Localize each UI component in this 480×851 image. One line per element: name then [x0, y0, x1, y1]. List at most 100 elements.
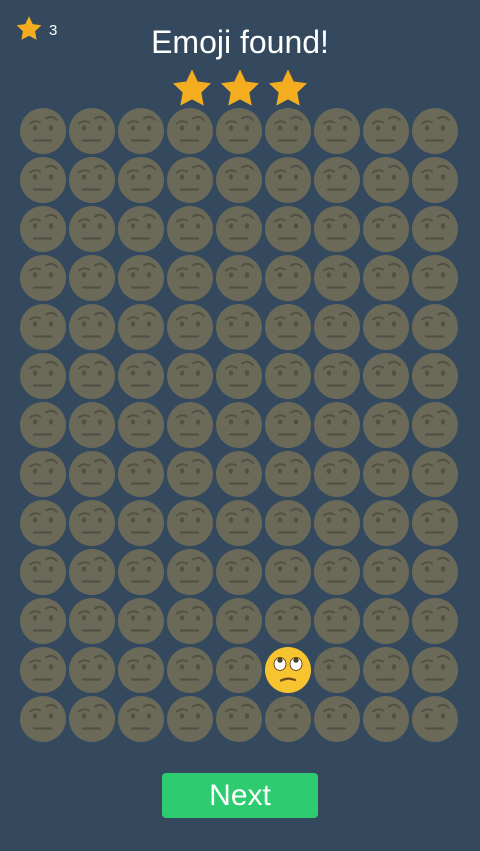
emoji-cell[interactable]: [214, 400, 263, 449]
emoji-cell[interactable]: [410, 596, 459, 645]
emoji-cell[interactable]: [67, 596, 116, 645]
emoji-cell[interactable]: [67, 694, 116, 743]
emoji-cell[interactable]: [67, 155, 116, 204]
emoji-cell[interactable]: [18, 694, 67, 743]
emoji-cell[interactable]: [263, 400, 312, 449]
emoji-cell[interactable]: [67, 204, 116, 253]
emoji-cell[interactable]: [214, 253, 263, 302]
emoji-cell[interactable]: [312, 449, 361, 498]
emoji-cell[interactable]: [263, 155, 312, 204]
emoji-cell[interactable]: [116, 449, 165, 498]
emoji-cell[interactable]: [263, 302, 312, 351]
emoji-cell[interactable]: [116, 547, 165, 596]
emoji-cell[interactable]: [18, 204, 67, 253]
emoji-cell[interactable]: [18, 547, 67, 596]
emoji-cell[interactable]: [410, 155, 459, 204]
emoji-cell[interactable]: [312, 204, 361, 253]
emoji-cell[interactable]: [312, 106, 361, 155]
emoji-cell[interactable]: [214, 694, 263, 743]
emoji-cell[interactable]: [165, 302, 214, 351]
emoji-cell[interactable]: [214, 204, 263, 253]
emoji-cell[interactable]: [18, 645, 67, 694]
emoji-cell[interactable]: [361, 400, 410, 449]
emoji-cell[interactable]: [361, 547, 410, 596]
emoji-cell[interactable]: [410, 253, 459, 302]
emoji-cell[interactable]: [312, 351, 361, 400]
emoji-cell[interactable]: [18, 106, 67, 155]
emoji-cell[interactable]: [410, 547, 459, 596]
emoji-cell[interactable]: [361, 155, 410, 204]
emoji-cell[interactable]: [214, 498, 263, 547]
emoji-cell[interactable]: [165, 204, 214, 253]
emoji-cell[interactable]: [18, 302, 67, 351]
emoji-cell[interactable]: [67, 253, 116, 302]
emoji-cell[interactable]: [361, 449, 410, 498]
emoji-cell[interactable]: [410, 302, 459, 351]
emoji-cell[interactable]: [312, 547, 361, 596]
emoji-cell[interactable]: [410, 400, 459, 449]
emoji-cell[interactable]: [165, 547, 214, 596]
emoji-cell[interactable]: [263, 449, 312, 498]
emoji-cell[interactable]: [263, 498, 312, 547]
emoji-cell[interactable]: [214, 547, 263, 596]
emoji-cell[interactable]: [116, 400, 165, 449]
emoji-cell[interactable]: [410, 351, 459, 400]
emoji-cell[interactable]: [67, 351, 116, 400]
emoji-cell[interactable]: [312, 498, 361, 547]
emoji-cell[interactable]: [165, 351, 214, 400]
emoji-cell[interactable]: [312, 596, 361, 645]
emoji-cell[interactable]: [67, 498, 116, 547]
emoji-cell[interactable]: [410, 498, 459, 547]
emoji-cell[interactable]: [67, 645, 116, 694]
emoji-cell[interactable]: [67, 302, 116, 351]
emoji-cell[interactable]: [165, 694, 214, 743]
emoji-cell[interactable]: [116, 645, 165, 694]
emoji-cell[interactable]: [263, 547, 312, 596]
emoji-cell[interactable]: [214, 106, 263, 155]
emoji-cell[interactable]: [116, 694, 165, 743]
emoji-cell[interactable]: [312, 645, 361, 694]
emoji-cell[interactable]: [312, 155, 361, 204]
emoji-cell[interactable]: [361, 498, 410, 547]
emoji-cell[interactable]: [116, 253, 165, 302]
emoji-cell[interactable]: [214, 155, 263, 204]
emoji-cell[interactable]: [312, 694, 361, 743]
emoji-cell[interactable]: [361, 106, 410, 155]
next-button[interactable]: Next: [162, 773, 318, 818]
emoji-cell[interactable]: [18, 400, 67, 449]
emoji-cell[interactable]: [18, 155, 67, 204]
emoji-cell[interactable]: [410, 449, 459, 498]
emoji-cell[interactable]: [67, 547, 116, 596]
emoji-cell[interactable]: [165, 498, 214, 547]
emoji-cell[interactable]: [18, 596, 67, 645]
emoji-cell[interactable]: [116, 302, 165, 351]
emoji-cell[interactable]: [410, 106, 459, 155]
emoji-cell[interactable]: [361, 302, 410, 351]
target-emoji-cell[interactable]: [263, 645, 312, 694]
emoji-cell[interactable]: [67, 106, 116, 155]
emoji-cell[interactable]: [67, 400, 116, 449]
emoji-cell[interactable]: [361, 253, 410, 302]
emoji-cell[interactable]: [165, 645, 214, 694]
emoji-cell[interactable]: [165, 596, 214, 645]
emoji-cell[interactable]: [263, 351, 312, 400]
emoji-cell[interactable]: [214, 351, 263, 400]
emoji-cell[interactable]: [116, 596, 165, 645]
emoji-cell[interactable]: [263, 204, 312, 253]
emoji-cell[interactable]: [18, 498, 67, 547]
emoji-cell[interactable]: [361, 596, 410, 645]
emoji-cell[interactable]: [312, 253, 361, 302]
emoji-cell[interactable]: [165, 400, 214, 449]
emoji-cell[interactable]: [361, 204, 410, 253]
emoji-cell[interactable]: [18, 449, 67, 498]
emoji-cell[interactable]: [116, 155, 165, 204]
emoji-cell[interactable]: [165, 155, 214, 204]
emoji-cell[interactable]: [410, 645, 459, 694]
emoji-cell[interactable]: [361, 694, 410, 743]
emoji-cell[interactable]: [18, 351, 67, 400]
emoji-cell[interactable]: [116, 204, 165, 253]
emoji-cell[interactable]: [67, 449, 116, 498]
emoji-cell[interactable]: [263, 106, 312, 155]
emoji-cell[interactable]: [263, 253, 312, 302]
emoji-cell[interactable]: [361, 351, 410, 400]
